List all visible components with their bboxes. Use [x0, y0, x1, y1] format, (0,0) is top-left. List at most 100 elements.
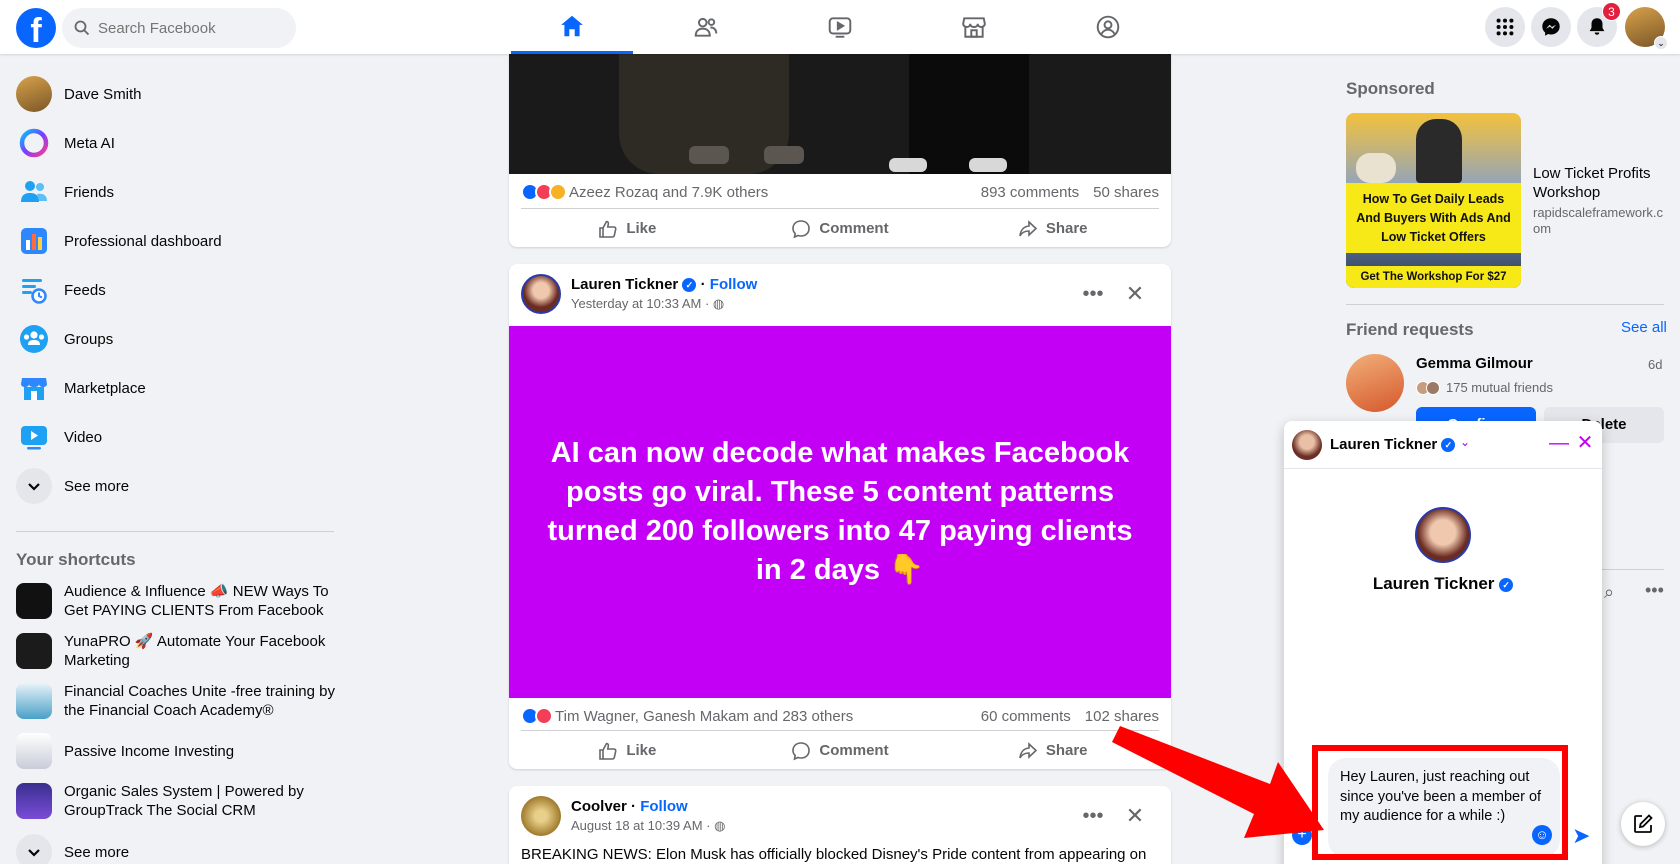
see-more-button[interactable]: See more	[16, 464, 336, 508]
shortcut-label: YunaPRO 🚀 Automate Your Facebook Marketi…	[64, 633, 326, 669]
top-navigation-bar: f 3 ⌄	[0, 0, 1680, 54]
messenger-button[interactable]	[1531, 7, 1571, 47]
shortcut-item[interactable]: Financial Coaches Unite -free training b…	[16, 679, 336, 723]
search-bar[interactable]	[62, 8, 296, 48]
send-icon[interactable]: ➤	[1572, 823, 1598, 849]
post-card: Lauren Tickner ✓ · Follow Yesterday at 1…	[509, 264, 1171, 769]
author-avatar[interactable]	[521, 796, 561, 836]
comments-count[interactable]: 893 comments	[981, 184, 1079, 201]
post-text-background[interactable]: AI can now decode what makes Facebook po…	[509, 326, 1171, 698]
author-avatar[interactable]	[521, 274, 561, 314]
see-all-link[interactable]: See all	[1621, 319, 1667, 336]
shortcuts-see-more-button[interactable]: See more	[16, 830, 336, 864]
group-thumbnail	[16, 783, 52, 819]
post-actions: Like Comment Share	[521, 730, 1159, 769]
account-avatar[interactable]: ⌄	[1625, 7, 1668, 50]
like-button[interactable]: Like	[521, 209, 734, 247]
chevron-down-icon[interactable]: ⌄	[1460, 435, 1470, 449]
tab-marketplace[interactable]	[913, 0, 1035, 54]
shortcut-label: Audience & Influence 📣 NEW Ways To Get P…	[64, 583, 329, 619]
sidebar-item-label: Marketplace	[64, 379, 146, 397]
more-options-icon[interactable]: •••	[1077, 800, 1109, 832]
ad-title[interactable]: Low Ticket Profits Workshop	[1533, 164, 1663, 202]
shortcut-item[interactable]: Organic Sales System | Powered by GroupT…	[16, 779, 336, 823]
share-button[interactable]: Share	[946, 209, 1159, 247]
chat-contact-name[interactable]: Lauren Tickner ✓	[1330, 436, 1456, 453]
shares-count[interactable]: 50 shares	[1093, 184, 1159, 201]
sidebar-item-video[interactable]: Video	[16, 415, 336, 459]
friend-request-time: 6d	[1648, 357, 1663, 372]
sidebar-item-label: Video	[64, 428, 103, 446]
rail-divider	[1346, 304, 1664, 305]
post-photo[interactable]	[509, 54, 1171, 174]
search-icon	[74, 20, 90, 36]
chat-header[interactable]: Lauren Tickner ✓ ⌄ — ✕	[1284, 421, 1602, 469]
facebook-logo[interactable]: f	[16, 8, 56, 48]
chevron-down-icon	[16, 468, 52, 504]
post-stats: Azeez Rozaq and 7.9K others 893 comments…	[521, 174, 1159, 210]
sidebar-item-feeds[interactable]: Feeds	[16, 268, 336, 312]
thumbs-up-icon	[599, 220, 617, 238]
thumbs-up-icon	[599, 742, 617, 760]
ad-url[interactable]: rapidscaleframework.com	[1533, 205, 1665, 237]
search-input[interactable]	[98, 19, 278, 37]
menu-button[interactable]	[1485, 7, 1525, 47]
sidebar-item-meta-ai[interactable]: Meta AI	[16, 121, 336, 165]
shortcut-item[interactable]: Audience & Influence 📣 NEW Ways To Get P…	[16, 579, 336, 623]
sidebar-item-friends[interactable]: Friends	[16, 170, 336, 214]
video-icon	[828, 17, 852, 38]
sidebar-item-groups[interactable]: Groups	[16, 317, 336, 361]
feeds-icon	[16, 272, 52, 308]
search-icon[interactable]: ⌕	[1604, 582, 1614, 603]
more-options-icon[interactable]: •••	[1645, 580, 1664, 601]
sidebar-item-professional-dashboard[interactable]: Professional dashboard	[16, 219, 336, 263]
comments-count[interactable]: 60 comments	[981, 708, 1071, 725]
post-author-line: Lauren Tickner ✓ · Follow	[571, 276, 758, 293]
follow-link[interactable]: Follow	[710, 276, 758, 293]
more-options-icon[interactable]: •••	[1077, 278, 1109, 310]
follow-link[interactable]: Follow	[640, 798, 688, 815]
like-button[interactable]: Like	[521, 731, 734, 769]
post-author[interactable]: Coolver	[571, 798, 627, 815]
chat-avatar[interactable]	[1292, 430, 1322, 460]
shortcut-label: Passive Income Investing	[64, 742, 235, 760]
reactions-text[interactable]: Tim Wagner, Ganesh Makam and 283 others	[555, 708, 853, 725]
sidebar-item-label: Feeds	[64, 281, 106, 299]
meta-ai-icon	[16, 125, 52, 161]
sidebar-item-marketplace[interactable]: Marketplace	[16, 366, 336, 410]
post-author-line: Coolver · Follow	[571, 798, 688, 815]
close-icon[interactable]: ✕	[1572, 430, 1598, 456]
shortcut-label: Financial Coaches Unite -free training b…	[64, 683, 335, 719]
tab-friends[interactable]	[645, 0, 767, 54]
friend-request-name[interactable]: Gemma Gilmour	[1416, 355, 1533, 372]
friend-request-avatar[interactable]	[1346, 354, 1404, 412]
left-sidebar: Dave Smith Meta AI Friends Professional …	[0, 54, 345, 864]
shortcut-item[interactable]: Passive Income Investing	[16, 729, 336, 773]
chat-profile-avatar[interactable]	[1415, 507, 1471, 563]
sidebar-item-label: Groups	[64, 330, 114, 348]
tab-video[interactable]	[779, 0, 901, 54]
post-timestamp: Yesterday at 10:33 AM · ◍	[571, 296, 725, 311]
comment-button[interactable]: Comment	[734, 209, 947, 247]
close-icon[interactable]: ✕	[1119, 278, 1151, 310]
reactions-icons[interactable]	[521, 707, 553, 725]
bell-icon	[1589, 18, 1605, 35]
tab-gaming[interactable]	[1047, 0, 1169, 54]
profile-circle-icon	[1096, 15, 1120, 39]
video-icon	[16, 419, 52, 455]
post-author[interactable]: Lauren Tickner	[571, 276, 678, 293]
new-message-button[interactable]	[1621, 802, 1665, 846]
shortcut-item[interactable]: YunaPRO 🚀 Automate Your Facebook Marketi…	[16, 629, 336, 673]
ad-image[interactable]: How To Get Daily Leads And Buyers With A…	[1346, 113, 1521, 288]
tab-home[interactable]	[511, 0, 633, 54]
comment-button[interactable]: Comment	[734, 731, 947, 769]
notifications-button[interactable]: 3	[1577, 2, 1621, 47]
reactions-icons[interactable]	[521, 183, 567, 201]
sponsored-title: Sponsored	[1346, 79, 1435, 98]
sidebar-item-profile[interactable]: Dave Smith	[16, 72, 336, 116]
marketplace-icon	[962, 17, 986, 38]
globe-icon: ◍	[712, 296, 725, 311]
reactions-text[interactable]: Azeez Rozaq and 7.9K others	[569, 184, 768, 201]
minimize-icon[interactable]: —	[1546, 430, 1572, 456]
post-card: Azeez Rozaq and 7.9K others 893 comments…	[509, 54, 1171, 247]
